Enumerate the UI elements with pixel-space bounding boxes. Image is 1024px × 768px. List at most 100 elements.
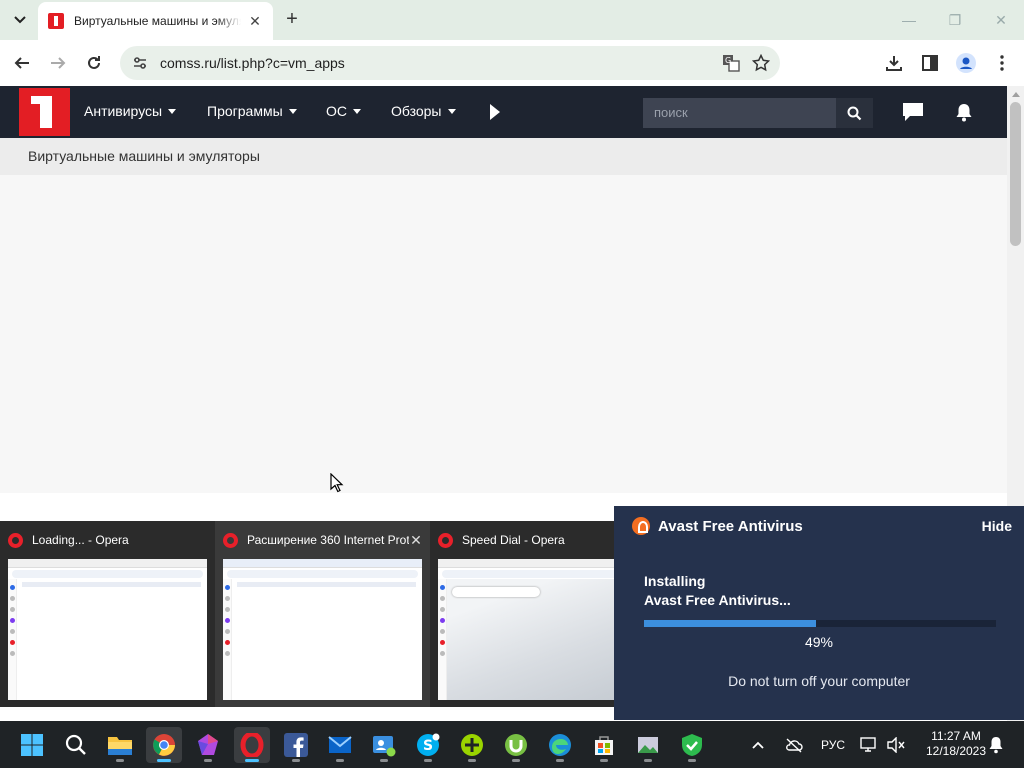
reload-icon bbox=[88, 56, 100, 69]
close-window-button[interactable]: ✕ bbox=[989, 10, 1013, 30]
translate-icon[interactable]: G bbox=[722, 54, 740, 72]
network-status-icon[interactable] bbox=[860, 721, 878, 768]
comss-logo[interactable] bbox=[19, 88, 70, 136]
profile-button[interactable] bbox=[954, 51, 978, 75]
chrome-app[interactable] bbox=[146, 727, 182, 763]
svg-text:S: S bbox=[423, 738, 433, 754]
avast-install-notification: Avast Free Antivirus Hide Installing Ava… bbox=[614, 506, 1024, 720]
nav-programs[interactable]: Программы bbox=[207, 103, 297, 119]
install-status-line1: Installing bbox=[644, 573, 706, 589]
avast-title: Avast Free Antivirus bbox=[658, 518, 803, 535]
thumbnail-close-icon[interactable]: ✕ bbox=[409, 532, 423, 549]
gem-app-icon bbox=[198, 734, 218, 755]
thumbnail-title: Loading... - Opera bbox=[32, 533, 129, 547]
scroll-up-icon[interactable] bbox=[1012, 92, 1020, 97]
contacts-app[interactable] bbox=[366, 727, 402, 763]
mail-app[interactable] bbox=[322, 727, 358, 763]
site-navigation: Антивирусы Программы ОС Обзоры поиск bbox=[0, 86, 1007, 138]
facebook-icon bbox=[284, 733, 308, 757]
ms-store-app[interactable] bbox=[586, 727, 622, 763]
minimize-button[interactable]: — bbox=[897, 10, 921, 30]
mail-icon bbox=[328, 736, 352, 753]
bookmark-star-icon[interactable] bbox=[752, 54, 770, 72]
install-progress-bar bbox=[644, 620, 996, 627]
image-app[interactable] bbox=[630, 727, 666, 763]
edge-app[interactable] bbox=[542, 727, 578, 763]
back-button[interactable] bbox=[10, 51, 34, 75]
file-explorer-app[interactable] bbox=[102, 727, 138, 763]
utorrent-icon bbox=[505, 734, 527, 756]
tray-drive-icon[interactable] bbox=[785, 721, 803, 768]
start-button[interactable] bbox=[14, 727, 50, 763]
install-progress-fill bbox=[644, 620, 817, 627]
store-bag-icon bbox=[595, 736, 613, 755]
photo-app-icon bbox=[638, 737, 658, 753]
forward-button[interactable] bbox=[46, 51, 70, 75]
restore-button[interactable]: ❐ bbox=[943, 10, 967, 30]
caret-down-icon bbox=[288, 108, 297, 114]
address-bar[interactable]: comss.ru/list.php?c=vm_apps G bbox=[120, 46, 780, 80]
side-panel-icon bbox=[922, 55, 938, 71]
skype-icon: S bbox=[417, 733, 440, 756]
shield-check-icon bbox=[682, 734, 702, 756]
site-search-input[interactable]: поиск bbox=[643, 98, 836, 128]
pwa-app[interactable] bbox=[190, 727, 226, 763]
site-info-icon[interactable] bbox=[132, 55, 148, 71]
caret-down-icon bbox=[447, 108, 456, 114]
browser-toolbar: comss.ru/list.php?c=vm_apps G bbox=[0, 40, 1024, 86]
nav-more-arrow-icon[interactable] bbox=[490, 104, 500, 120]
avast-hide-button[interactable]: Hide bbox=[982, 518, 1012, 534]
nav-reviews[interactable]: Обзоры bbox=[391, 103, 456, 119]
language-indicator[interactable]: РУС bbox=[821, 721, 845, 768]
install-progress-label: 49% bbox=[804, 634, 834, 650]
svg-text:G: G bbox=[725, 56, 731, 65]
opera-icon bbox=[8, 532, 23, 548]
thumbnail-window-1[interactable]: Loading... - Opera bbox=[0, 521, 215, 707]
plus-circle-icon bbox=[461, 734, 483, 756]
thumbnail-window-2[interactable]: Расширение 360 Internet Protection - Ope… bbox=[215, 521, 430, 707]
more-vertical-icon bbox=[1000, 55, 1004, 71]
opera-app[interactable] bbox=[234, 727, 270, 763]
search-icon bbox=[847, 106, 862, 120]
browser-tab-active[interactable]: Виртуальные машины и эмуляторы ✕ bbox=[38, 2, 273, 40]
search-icon bbox=[65, 734, 86, 755]
scrollbar-thumb[interactable] bbox=[1010, 102, 1021, 246]
browser-menu-button[interactable] bbox=[990, 51, 1014, 75]
volume-muted-icon[interactable] bbox=[887, 721, 905, 768]
skype-app[interactable]: S bbox=[410, 727, 446, 763]
downloads-button[interactable] bbox=[882, 51, 906, 75]
taskbar-clock[interactable]: 11:27 AM 12/18/2023 bbox=[916, 729, 996, 759]
mouse-pointer-icon bbox=[330, 473, 344, 493]
tab-close-icon[interactable]: ✕ bbox=[247, 13, 263, 29]
install-warning-note: Do not turn off your computer bbox=[728, 673, 910, 689]
opera-icon bbox=[223, 532, 238, 548]
new-tab-button[interactable]: + bbox=[282, 9, 302, 30]
side-panel-button[interactable] bbox=[918, 51, 942, 75]
utorrent-app[interactable] bbox=[498, 727, 534, 763]
security-shield-app[interactable] bbox=[674, 727, 710, 763]
thumbnail-title: Расширение 360 Internet Protection - Ope… bbox=[247, 533, 409, 547]
comments-button[interactable] bbox=[901, 100, 925, 124]
arrow-left-icon bbox=[14, 57, 29, 69]
thumbnail-window-3[interactable]: Speed Dial - Opera bbox=[430, 521, 645, 707]
thumbnail-preview bbox=[8, 559, 207, 700]
clock-date: 12/18/2023 bbox=[925, 744, 987, 758]
green-plus-app[interactable] bbox=[454, 727, 490, 763]
bell-icon bbox=[989, 736, 1003, 753]
clock-time: 11:27 AM bbox=[931, 729, 981, 743]
nav-os[interactable]: ОС bbox=[326, 103, 361, 119]
arrow-right-icon bbox=[51, 57, 66, 69]
taskbar-search-button[interactable] bbox=[58, 727, 94, 763]
notification-center-button[interactable] bbox=[988, 721, 1004, 768]
category-title: Виртуальные машины и эмуляторы bbox=[28, 148, 260, 164]
url-text: comss.ru/list.php?c=vm_apps bbox=[160, 55, 345, 71]
chevron-up-icon bbox=[752, 741, 764, 749]
tab-search-button[interactable] bbox=[6, 8, 34, 32]
nav-antivirus[interactable]: Антивирусы bbox=[84, 103, 177, 119]
folder-icon bbox=[108, 737, 132, 755]
site-search-button[interactable] bbox=[836, 98, 873, 128]
show-hidden-icons-button[interactable] bbox=[752, 721, 764, 768]
facebook-app[interactable] bbox=[278, 727, 314, 763]
notifications-button[interactable] bbox=[952, 100, 976, 124]
reload-button[interactable] bbox=[82, 51, 106, 75]
